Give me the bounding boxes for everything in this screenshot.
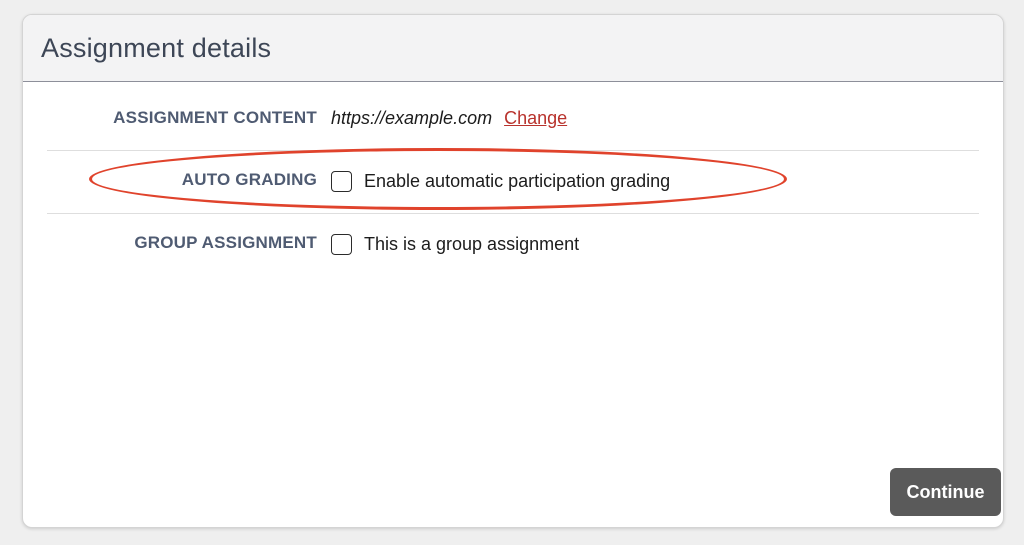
- page-title: Assignment details: [41, 32, 272, 63]
- assignment-content-row: ASSIGNMENT CONTENT https://example.com C…: [47, 83, 979, 151]
- group-assignment-checkbox[interactable]: [331, 234, 352, 255]
- assignment-content-value: https://example.com Change: [331, 108, 567, 129]
- auto-grading-row: AUTO GRADING Enable automatic participat…: [47, 152, 979, 214]
- auto-grading-label: AUTO GRADING: [181, 170, 317, 189]
- card-header: Assignment details: [23, 15, 1003, 82]
- assignment-details-card: Assignment details ASSIGNMENT CONTENT ht…: [22, 14, 1004, 528]
- group-assignment-option[interactable]: This is a group assignment: [331, 234, 579, 255]
- auto-grading-option[interactable]: Enable automatic participation grading: [331, 171, 670, 192]
- group-assignment-label: GROUP ASSIGNMENT: [134, 233, 317, 252]
- assignment-content-label: ASSIGNMENT CONTENT: [113, 108, 317, 127]
- continue-button[interactable]: Continue: [890, 468, 1001, 516]
- change-link[interactable]: Change: [504, 108, 567, 129]
- auto-grading-checkbox[interactable]: [331, 171, 352, 192]
- group-assignment-row: GROUP ASSIGNMENT This is a group assignm…: [47, 215, 979, 277]
- group-assignment-checkbox-label: This is a group assignment: [364, 234, 580, 254]
- auto-grading-checkbox-label: Enable automatic participation grading: [364, 171, 671, 191]
- assignment-url: https://example.com: [331, 108, 493, 128]
